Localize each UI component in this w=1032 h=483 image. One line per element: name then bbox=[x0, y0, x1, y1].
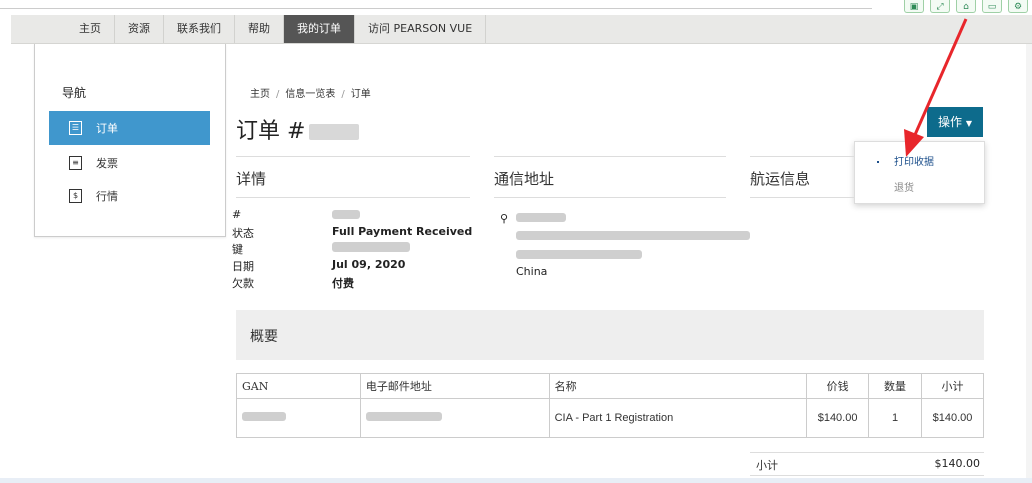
cell-price: $140.00 bbox=[806, 398, 870, 438]
redacted-gan bbox=[242, 412, 286, 421]
main-navbar: 主页 资源 联系我们 帮助 我的订单 访问 PEARSON VUE bbox=[11, 15, 1032, 44]
detail-value-status: Full Payment Received bbox=[332, 225, 473, 238]
breadcrumb-current: 订单 bbox=[350, 89, 371, 100]
detail-label-status: 状态 bbox=[232, 227, 254, 240]
subtotal-value: $140.00 bbox=[934, 457, 981, 470]
nav-item-my-orders[interactable]: 我的订单 bbox=[284, 15, 355, 43]
sidebar-item-quotes[interactable]: $ 行情 bbox=[49, 179, 210, 213]
totals-subtotal-row: 小计 $140.00 bbox=[750, 452, 984, 476]
redacted-key bbox=[332, 242, 410, 252]
column-header-email: 电子邮件地址 bbox=[359, 373, 550, 399]
nav-item-help[interactable]: 帮助 bbox=[235, 15, 284, 43]
detail-label-key: 键 bbox=[232, 243, 243, 256]
address-country: China bbox=[516, 265, 548, 278]
divider bbox=[236, 197, 470, 198]
breadcrumb-separator: / bbox=[276, 89, 280, 100]
divider bbox=[494, 197, 726, 198]
redacted-order-number bbox=[309, 124, 360, 140]
annotation-arrow-icon bbox=[904, 18, 968, 157]
section-details-title: 详情 bbox=[236, 156, 470, 199]
detail-label-number: # bbox=[232, 208, 242, 221]
redacted-email bbox=[516, 250, 642, 259]
quote-icon: $ bbox=[69, 189, 82, 203]
address-bar-edge bbox=[0, 8, 872, 9]
summary-title: 概要 bbox=[250, 329, 278, 345]
divider bbox=[750, 197, 854, 198]
sidebar-title: 导航 bbox=[62, 86, 87, 100]
cell-quantity: 1 bbox=[868, 398, 922, 438]
home-icon[interactable]: ⌂ bbox=[956, 0, 976, 13]
sidebar-panel: 导航 ☰ 订单 ≡ 发票 $ 行情 bbox=[34, 44, 226, 237]
summary-panel: 概要 bbox=[236, 310, 984, 360]
table-row: CIA - Part 1 Registration $140.00 1 $140… bbox=[236, 398, 984, 438]
order-items-table: GAN 电子邮件地址 名称 价钱 数量 小计 CIA - Part 1 Regi… bbox=[236, 373, 984, 438]
column-header-subtotal: 小计 bbox=[921, 373, 984, 399]
column-header-quantity: 数量 bbox=[868, 373, 922, 399]
cell-name: CIA - Part 1 Registration bbox=[548, 398, 808, 438]
cell-subtotal: $140.00 bbox=[921, 398, 984, 438]
menu-item-return[interactable]: 退货 bbox=[894, 179, 914, 194]
subtotal-label: 小计 bbox=[756, 459, 778, 472]
column-header-gan: GAN bbox=[236, 373, 361, 399]
scrollbar[interactable] bbox=[1026, 44, 1032, 478]
breadcrumb-separator: / bbox=[341, 89, 345, 100]
sidebar-item-label: 发票 bbox=[96, 157, 118, 170]
nav-item-contact[interactable]: 联系我们 bbox=[164, 15, 235, 43]
detail-value-date: Jul 09, 2020 bbox=[332, 258, 406, 271]
redacted-name bbox=[516, 213, 566, 222]
breadcrumb-home[interactable]: 主页 bbox=[250, 89, 270, 100]
nav-item-resources[interactable]: 资源 bbox=[115, 15, 164, 43]
detail-label-balance: 欠款 bbox=[232, 277, 254, 290]
cell-gan bbox=[236, 398, 361, 438]
bottom-edge bbox=[0, 478, 1032, 483]
section-shipping-title: 航运信息 bbox=[750, 156, 854, 199]
detail-label-date: 日期 bbox=[232, 260, 254, 273]
sidebar-item-orders[interactable]: ☰ 订单 bbox=[49, 111, 210, 145]
column-header-name: 名称 bbox=[548, 373, 808, 399]
window-icon[interactable]: ▭ bbox=[982, 0, 1002, 13]
fullscreen-icon[interactable]: ⤢ bbox=[930, 0, 950, 13]
nav-item-home[interactable]: 主页 bbox=[66, 15, 115, 43]
browser-toolbar: ▣ ⤢ ⌂ ▭ ⚙ bbox=[904, 0, 1032, 13]
top-strip: ▣ ⤢ ⌂ ▭ ⚙ bbox=[0, 0, 1032, 15]
sidebar-item-invoices[interactable]: ≡ 发票 bbox=[49, 146, 210, 180]
breadcrumb: 主页 / 信息一览表 / 订单 bbox=[250, 85, 371, 100]
redacted-address-line bbox=[516, 231, 750, 240]
breadcrumb-list[interactable]: 信息一览表 bbox=[285, 89, 335, 100]
invoice-icon: ≡ bbox=[69, 156, 82, 170]
page-title: 订单 # bbox=[236, 113, 360, 145]
location-pin-icon: ⚲ bbox=[500, 212, 509, 225]
sidebar-item-label: 行情 bbox=[96, 190, 118, 203]
settings-icon[interactable]: ⚙ bbox=[1008, 0, 1028, 13]
table-header-row: GAN 电子邮件地址 名称 价钱 数量 小计 bbox=[236, 373, 984, 399]
cell-email bbox=[359, 398, 550, 438]
nav-item-pearson-vue[interactable]: 访问 PEARSON VUE bbox=[355, 15, 487, 43]
extension-icon[interactable]: ▣ bbox=[904, 0, 924, 13]
page-title-text: 订单 # bbox=[236, 119, 306, 144]
detail-value-balance: 付费 bbox=[332, 277, 354, 290]
redacted-email-cell bbox=[365, 412, 442, 421]
menu-item-bullet bbox=[877, 161, 879, 163]
order-icon: ☰ bbox=[69, 121, 82, 135]
section-mailing-title: 通信地址 bbox=[494, 156, 726, 199]
redacted-order-id bbox=[332, 210, 360, 219]
sidebar-item-label: 订单 bbox=[96, 122, 118, 135]
column-header-price: 价钱 bbox=[806, 373, 870, 399]
